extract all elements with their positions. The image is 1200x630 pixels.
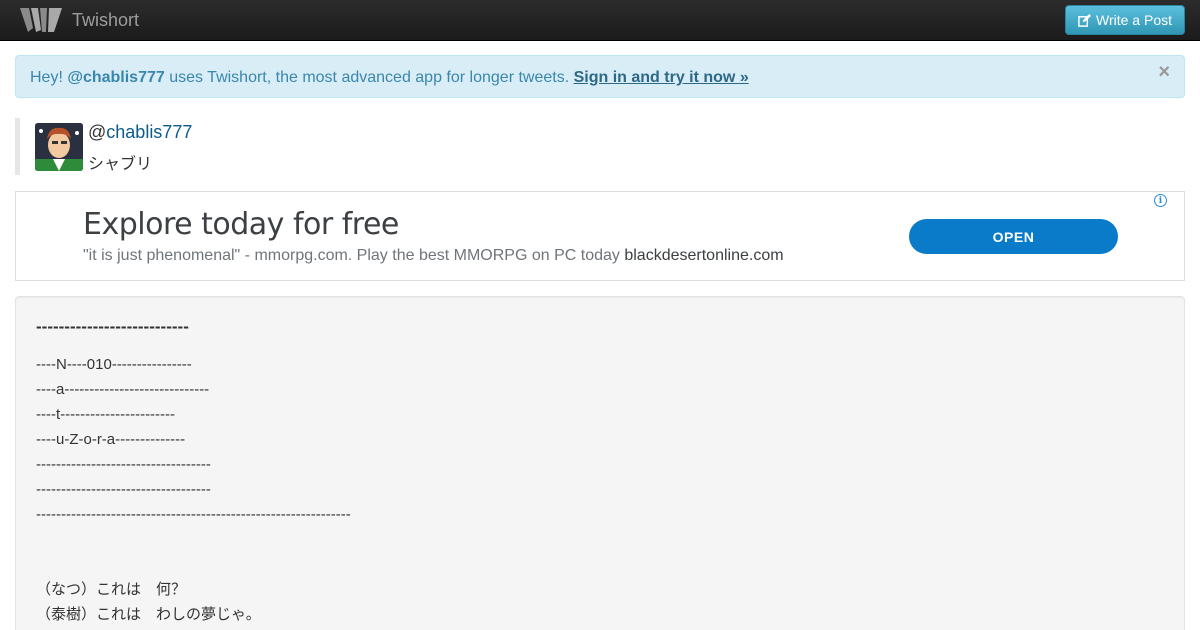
edit-icon: [1078, 13, 1091, 27]
post-line: [36, 552, 351, 577]
write-post-label: Write a Post: [1096, 12, 1172, 28]
post-line: ----t-----------------------: [36, 406, 176, 423]
sign-in-link[interactable]: Sign in and try it now »: [574, 69, 749, 86]
post-line: ----N----010----------------: [36, 356, 192, 373]
ad-title[interactable]: Explore today for free: [83, 207, 399, 242]
ad-info-icon[interactable]: i: [1154, 194, 1167, 207]
post-line: ----a-----------------------------: [36, 381, 210, 398]
post-line: （泰樹）これは わしの夢じゃ。: [36, 606, 261, 623]
ad-open-button[interactable]: OPEN: [909, 219, 1118, 254]
post-line: （なつ）これは 何？: [36, 581, 187, 598]
ad-domain[interactable]: blackdesertonline.com: [624, 247, 783, 264]
write-post-button[interactable]: Write a Post: [1065, 5, 1185, 35]
ad-description: "it is just phenomenal" - mmorpg.com. Pl…: [83, 247, 784, 265]
app-name: Twishort: [72, 9, 140, 30]
alert-message: uses Twishort, the most advanced app for…: [164, 69, 574, 86]
brand[interactable]: Twishort: [18, 5, 139, 35]
post-line: ----u-Z-o-r-a--------------: [36, 431, 186, 448]
post-line: ----------------------------------------…: [36, 506, 351, 523]
profile-display-name: シャブリ: [88, 156, 153, 173]
handle-at: @: [88, 122, 107, 142]
promo-alert: Hey! @chablis777 uses Twishort, the most…: [15, 55, 1185, 98]
alert-prefix: Hey!: [30, 69, 68, 86]
post-body: ----N----010---------------- ----a------…: [36, 352, 351, 627]
avatar-image: [35, 123, 83, 171]
close-icon[interactable]: ×: [1158, 62, 1170, 82]
ad-description-text: "it is just phenomenal" - mmorpg.com. Pl…: [83, 247, 625, 264]
profile-handle[interactable]: @chablis777: [88, 122, 192, 143]
alert-username: @chablis777: [67, 69, 165, 86]
post-line: -----------------------------------: [36, 481, 211, 498]
avatar[interactable]: [35, 123, 83, 171]
post-line: -----------------------------------: [36, 456, 211, 473]
author-profile: @chablis777 シャブリ: [15, 118, 415, 175]
post-line: [36, 527, 351, 552]
profile-username[interactable]: chablis777: [106, 122, 192, 142]
advertisement[interactable]: Explore today for free "it is just pheno…: [15, 191, 1185, 281]
post-content: --------------------------- ----N----010…: [15, 296, 1185, 630]
twishort-logo-icon: [20, 8, 62, 32]
post-title: ---------------------------: [36, 317, 189, 336]
top-navbar: Twishort Write a Post: [0, 0, 1200, 41]
